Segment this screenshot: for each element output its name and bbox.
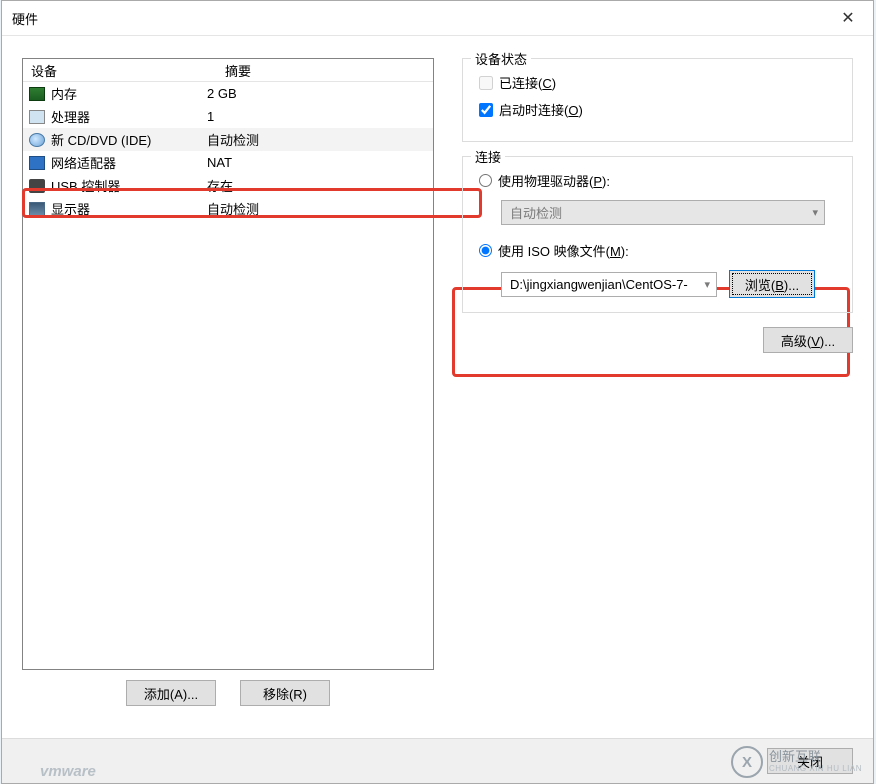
network-icon xyxy=(29,156,45,170)
physical-drive-input[interactable] xyxy=(479,174,492,187)
col-device[interactable]: 设备 xyxy=(23,59,217,81)
watermark-icon: X xyxy=(731,746,763,778)
display-icon xyxy=(29,202,45,216)
hardware-dialog: 硬件 ✕ 设备 摘要 内存 2 GB 处理器 1 xyxy=(1,0,874,784)
physical-drive-radio[interactable]: 使用物理驱动器(P): xyxy=(479,171,838,190)
group-legend: 连接 xyxy=(471,147,505,166)
advanced-row: 高级(V)... xyxy=(462,327,853,353)
memory-icon xyxy=(29,87,45,101)
device-list[interactable]: 设备 摘要 内存 2 GB 处理器 1 新 CD/DVD (IDE) 自动检测 … xyxy=(22,58,434,670)
window-title: 硬件 xyxy=(10,9,831,28)
physical-drive-label: 使用物理驱动器(P): xyxy=(498,171,610,190)
device-name: 新 CD/DVD (IDE) xyxy=(51,130,151,149)
device-name: 网络适配器 xyxy=(51,153,116,172)
col-summary[interactable]: 摘要 xyxy=(217,59,433,81)
chevron-down-icon: ▾ xyxy=(812,206,818,219)
dialog-body: 设备 摘要 内存 2 GB 处理器 1 新 CD/DVD (IDE) 自动检测 … xyxy=(2,36,873,736)
list-item-memory[interactable]: 内存 2 GB xyxy=(23,82,433,105)
connected-label: 已连接(C) xyxy=(499,73,556,92)
connect-on-start-check[interactable] xyxy=(479,103,493,117)
advanced-button[interactable]: 高级(V)... xyxy=(763,327,853,353)
cpu-icon xyxy=(29,110,45,124)
vmware-logo: vmware xyxy=(40,763,96,780)
close-icon[interactable]: ✕ xyxy=(831,8,865,28)
iso-path-combo[interactable]: D:\jingxiangwenjian\CentOS-7- ▾ xyxy=(501,272,717,297)
chevron-down-icon[interactable]: ▾ xyxy=(704,278,710,291)
connect-on-start-label: 启动时连接(O) xyxy=(499,100,583,119)
device-panel: 设备 摘要 内存 2 GB 处理器 1 新 CD/DVD (IDE) 自动检测 … xyxy=(22,58,434,736)
device-summary: 2 GB xyxy=(207,86,427,101)
device-name: 处理器 xyxy=(51,107,90,126)
watermark-text: 创新互联 CHUANG XIN HU LIAN xyxy=(769,750,862,773)
usb-icon xyxy=(29,179,45,193)
device-buttons: 添加(A)... 移除(R) xyxy=(22,680,434,706)
titlebar: 硬件 ✕ xyxy=(2,1,873,36)
device-name: 显示器 xyxy=(51,199,90,218)
device-summary: 自动检测 xyxy=(207,130,427,149)
list-item-cpu[interactable]: 处理器 1 xyxy=(23,105,433,128)
device-status-group: 设备状态 已连接(C) 启动时连接(O) xyxy=(462,58,853,142)
combo-value: 自动检测 xyxy=(510,203,562,222)
remove-button[interactable]: 移除(R) xyxy=(240,680,330,706)
iso-file-input[interactable] xyxy=(479,244,492,257)
device-name: 内存 xyxy=(51,84,77,103)
physical-drive-combo: 自动检测 ▾ xyxy=(501,200,825,225)
device-name: USB 控制器 xyxy=(51,176,120,195)
list-item-cddvd[interactable]: 新 CD/DVD (IDE) 自动检测 xyxy=(23,128,433,151)
iso-file-label: 使用 ISO 映像文件(M): xyxy=(498,241,629,260)
connect-on-start-checkbox[interactable]: 启动时连接(O) xyxy=(479,100,838,119)
watermark: X 创新互联 CHUANG XIN HU LIAN xyxy=(731,746,862,778)
combo-value: D:\jingxiangwenjian\CentOS-7- xyxy=(510,277,688,292)
iso-row: D:\jingxiangwenjian\CentOS-7- ▾ 浏览(B)... xyxy=(501,270,838,298)
connection-group: 连接 使用物理驱动器(P): 自动检测 ▾ 使用 ISO 映像文件(M): D:… xyxy=(462,156,853,313)
list-item-display[interactable]: 显示器 自动检测 xyxy=(23,197,433,220)
device-summary: 自动检测 xyxy=(207,199,427,218)
list-header: 设备 摘要 xyxy=(23,59,433,82)
cd-icon xyxy=(29,133,45,147)
connected-check xyxy=(479,76,493,90)
device-summary: NAT xyxy=(207,155,427,170)
connected-checkbox[interactable]: 已连接(C) xyxy=(479,73,838,92)
device-summary: 存在 xyxy=(207,176,427,195)
browse-button[interactable]: 浏览(B)... xyxy=(729,270,815,298)
add-button[interactable]: 添加(A)... xyxy=(126,680,216,706)
device-summary: 1 xyxy=(207,109,427,124)
list-item-network[interactable]: 网络适配器 NAT xyxy=(23,151,433,174)
list-item-usb[interactable]: USB 控制器 存在 xyxy=(23,174,433,197)
settings-panel: 设备状态 已连接(C) 启动时连接(O) 连接 使用物理驱动器(P): 自动检测 xyxy=(434,58,853,736)
iso-file-radio[interactable]: 使用 ISO 映像文件(M): xyxy=(479,241,838,260)
group-legend: 设备状态 xyxy=(471,49,531,68)
